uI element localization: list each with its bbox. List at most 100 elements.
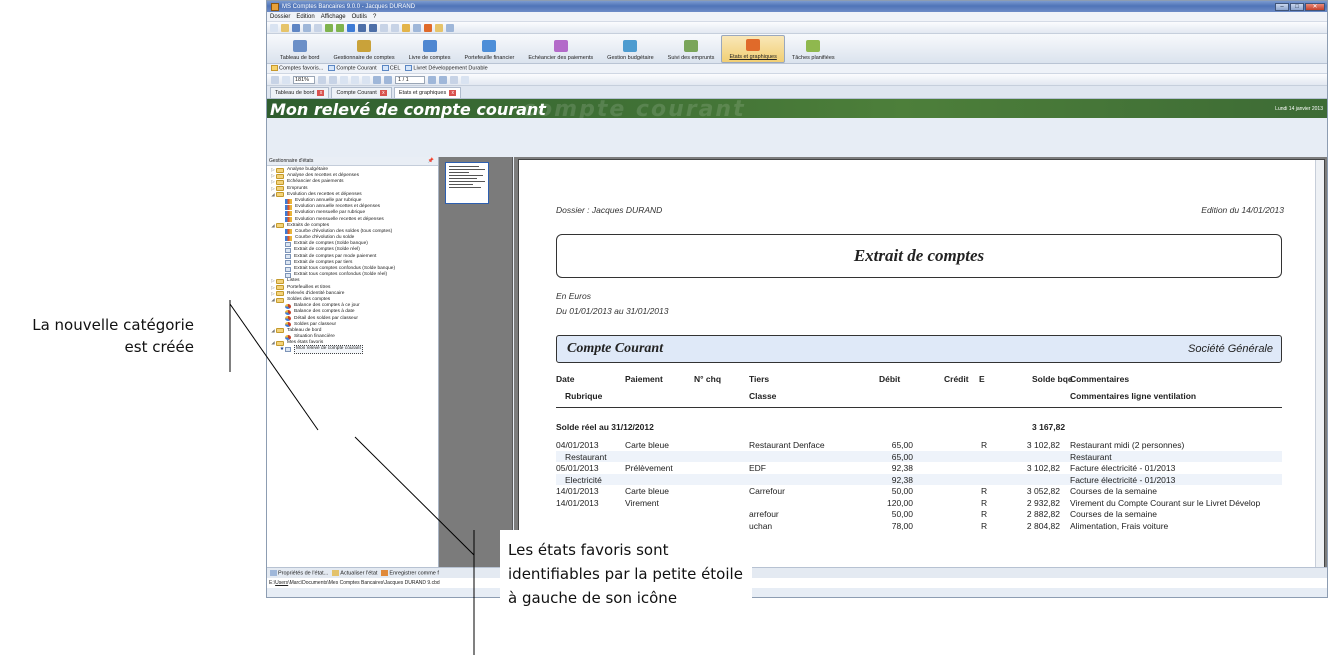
thumbnail-pane — [439, 157, 513, 567]
pin-icon[interactable]: 📌 — [428, 157, 434, 166]
window-controls: – □ ✕ — [1275, 2, 1327, 11]
close-tab-icon[interactable]: x — [317, 90, 325, 96]
report-properties-button[interactable]: Propriétés de l'état... — [270, 569, 328, 576]
one-page-icon[interactable] — [351, 75, 359, 84]
file-path: E:\Users\Marc\Documents\Mes Comptes Banc… — [267, 578, 1327, 588]
pie-chart-icon — [285, 334, 291, 340]
tab-etats-et-graphiques[interactable]: Etats et graphiques x — [393, 87, 462, 98]
last-page-icon[interactable] — [439, 75, 447, 84]
prev-page-icon[interactable] — [384, 75, 392, 84]
app-window: MS Comptes Bancaires 9.0.0 - Jacques DUR… — [266, 0, 1328, 598]
cell-tiers: Carrefour — [749, 486, 785, 496]
minimize-button[interactable]: – — [1275, 2, 1289, 11]
close-button[interactable]: ✕ — [1305, 2, 1325, 11]
page-indicator[interactable]: 1 / 1 — [395, 75, 425, 84]
cell-pay: Carte bleue — [625, 440, 669, 450]
ribbon-tableau-de-bord[interactable]: Tableau de bord — [273, 35, 326, 63]
favorite-icon[interactable] — [402, 23, 410, 32]
report-edition-date: Edition du 14/01/2013 — [1201, 205, 1284, 215]
ribbon-etats-et-graphiques[interactable]: Etats et graphiques — [721, 35, 785, 63]
cell-pay: Virement — [625, 497, 659, 508]
favorites-menu[interactable]: Comptes favoris... — [271, 65, 323, 72]
zoom-select[interactable]: 181% — [293, 75, 315, 84]
vertical-scrollbar[interactable] — [1315, 160, 1324, 570]
title-bar: MS Comptes Bancaires 9.0.0 - Jacques DUR… — [267, 1, 1327, 12]
bar-chart-icon — [285, 235, 292, 241]
redo-icon[interactable] — [336, 23, 344, 32]
fav-ldd[interactable]: Livret Développement Durable — [405, 65, 488, 72]
menu-edition[interactable]: Edition — [296, 14, 314, 20]
cell-date: 04/01/2013 — [556, 440, 599, 450]
export-icon[interactable] — [461, 75, 469, 84]
folder-icon — [276, 179, 284, 185]
ribbon-gestion-budgétaire[interactable]: Gestion budgétaire — [600, 35, 660, 63]
zoom-icon[interactable] — [282, 75, 290, 84]
ribbon-suivi-des-emprunts[interactable]: Suivi des emprunts — [661, 35, 722, 63]
fav-cel[interactable]: CEL — [381, 65, 400, 72]
zoom-out-icon[interactable] — [329, 75, 337, 84]
ribbon-tâches-planifiées[interactable]: Tâches planifiées — [785, 35, 842, 63]
maximize-button[interactable]: □ — [1290, 2, 1304, 11]
page-thumbnail[interactable] — [445, 162, 489, 204]
col-commentaires-ventilation: Commentaires ligne ventilation — [1070, 391, 1197, 401]
menu-affichage[interactable]: Affichage — [321, 14, 346, 20]
opening-label: Solde réel au 31/12/2012 — [556, 422, 654, 432]
tab-tableau-de-bord[interactable]: Tableau de bord x — [270, 87, 330, 98]
menu-dossier[interactable]: Dossier — [270, 14, 290, 20]
calendar-icon[interactable] — [413, 23, 421, 32]
print-icon[interactable] — [450, 75, 458, 84]
tab-compte-courant[interactable]: Compte Courant x — [331, 87, 392, 98]
bar-chart-icon — [285, 204, 292, 210]
save-icon[interactable] — [292, 23, 300, 32]
banner-date: Lundi 14 janvier 2013 — [1275, 106, 1323, 112]
cell-e: R — [981, 486, 988, 496]
fav-compte-courant[interactable]: Compte Courant — [328, 65, 377, 72]
undo-icon[interactable] — [325, 23, 333, 32]
print-icon[interactable] — [303, 23, 311, 32]
cell-comm: Facture électricité - 01/2013 — [1070, 463, 1176, 473]
new-icon[interactable] — [270, 23, 278, 32]
ribbon-echéancier-des-paiements[interactable]: Echéancier des paiements — [521, 35, 600, 63]
next-page-icon[interactable] — [428, 75, 436, 84]
report-icon[interactable] — [424, 23, 432, 32]
page-width-icon[interactable] — [340, 75, 348, 84]
favorites-bar: Comptes favoris... Compte Courant CEL Li… — [267, 64, 1327, 74]
pie-chart-icon — [746, 39, 761, 51]
save-as-favorite-button[interactable]: Enregistrer comme f — [381, 569, 439, 576]
ribbon-portefeuille-financier[interactable]: Portefeuille financier — [458, 35, 522, 63]
preview-icon[interactable] — [314, 23, 322, 32]
tree-item[interactable]: ★ Mon relevé de compte courant — [267, 345, 438, 354]
refresh-icon[interactable] — [391, 23, 399, 32]
cell-solde: 3 102,82 — [1026, 440, 1060, 450]
checklist-icon — [806, 40, 821, 52]
open-icon[interactable] — [281, 23, 289, 32]
refresh-report-button[interactable]: Actualiser l'état — [332, 569, 377, 576]
folder-icon[interactable] — [435, 23, 443, 32]
first-page-icon[interactable] — [373, 75, 381, 84]
folder-icon — [276, 297, 284, 303]
ribbon-livre-de-comptes[interactable]: Livre de comptes — [402, 35, 458, 63]
report-icon — [285, 347, 291, 353]
menu-outils[interactable]: Outils — [352, 14, 367, 20]
cell-comm: Virement du Compte Courant sur le Livret… — [1070, 497, 1261, 508]
pie-chart-icon — [285, 322, 291, 328]
tool-icon[interactable] — [271, 75, 279, 84]
two-pages-icon[interactable] — [362, 75, 370, 84]
cell-comm: Restaurant — [1070, 451, 1112, 462]
menu-help[interactable]: ? — [373, 14, 376, 20]
close-tab-icon[interactable]: x — [449, 90, 457, 96]
ribbon-gestionnaire-de-comptes[interactable]: Gestionnaire de comptes — [326, 35, 401, 63]
pie-chart-icon — [285, 309, 291, 315]
help-icon[interactable] — [347, 23, 355, 32]
settings-icon[interactable] — [446, 23, 454, 32]
cell-tiers: arrefour — [749, 509, 779, 519]
zoom-in-icon[interactable] — [318, 75, 326, 84]
back-icon[interactable] — [358, 23, 366, 32]
annotation-new-category: La nouvelle catégorie est créée — [32, 316, 194, 356]
folder-icon — [276, 340, 284, 346]
home-icon[interactable] — [380, 23, 388, 32]
folder-icon — [276, 223, 284, 229]
cell-solde: 2 804,82 — [1026, 520, 1060, 531]
close-tab-icon[interactable]: x — [379, 90, 387, 96]
forward-icon[interactable] — [369, 23, 377, 32]
